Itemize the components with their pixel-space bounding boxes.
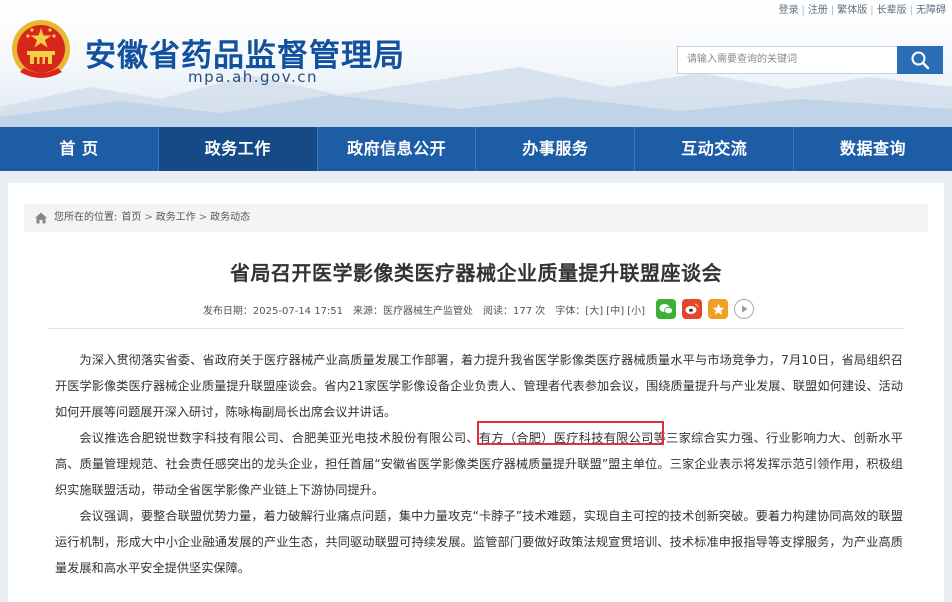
login-link[interactable]: 登录 [779, 5, 799, 16]
breadcrumb-news-link[interactable]: 政务动态 [210, 204, 250, 232]
breadcrumb: 您所在的位置: 首页 > 政务工作 > 政务动态 [24, 204, 928, 232]
register-link[interactable]: 注册 [808, 5, 828, 16]
breadcrumb-prefix: 您所在的位置: [54, 212, 118, 223]
nav-interaction[interactable]: 互动交流 [635, 127, 795, 171]
nav-data-query[interactable]: 数据查询 [794, 127, 952, 171]
home-icon [35, 212, 47, 224]
main-nav: 首 页 政务工作 政府信息公开 办事服务 互动交流 数据查询 [0, 127, 952, 171]
search-icon [911, 51, 930, 70]
view-count: 阅读：177 次 [483, 305, 546, 317]
favorite-icon[interactable] [708, 299, 729, 319]
title-divider [48, 328, 904, 329]
article-title: 省局召开医学影像类医疗器械企业质量提升联盟座谈会 [230, 261, 722, 285]
search-button[interactable] [897, 46, 943, 74]
article-paragraph: 会议推选合肥锐世数字科技有限公司、合肥美亚光电技术股份有限公司、有方（合肥）医疗… [55, 431, 903, 497]
play-icon[interactable] [734, 299, 755, 319]
site-domain: mpa.ah.gov.cn [188, 68, 318, 86]
breadcrumb-home-link[interactable]: 首页 [121, 204, 141, 232]
article-meta: 发布日期：2025-07-14 17:51 来源：医疗器械生产监管处 阅读：17… [8, 297, 944, 321]
nav-home[interactable]: 首 页 [0, 127, 159, 171]
nav-government-work[interactable]: 政务工作 [158, 127, 318, 171]
traditional-chinese-link[interactable]: 繁体版 [837, 5, 867, 16]
font-size-control[interactable]: 字体：[大] [中] [小] [555, 302, 645, 317]
accessibility-link[interactable]: 无障碍 [916, 5, 946, 16]
national-emblem-icon [12, 20, 70, 78]
article-source: 来源：医疗器械生产监管处 [353, 305, 474, 317]
article-paragraph: 为深入贯彻落实省委、省政府关于医疗器械产业高质量发展工作部署，着力提升我省医学影… [55, 353, 903, 419]
nav-information-disclosure[interactable]: 政府信息公开 [318, 127, 477, 171]
breadcrumb-separator: > [198, 212, 208, 223]
nav-services[interactable]: 办事服务 [476, 127, 636, 171]
article-body: 为深入贯彻落实省委、省政府关于医疗器械产业高质量发展工作部署，着力提升我省医学影… [55, 347, 903, 581]
breadcrumb-separator: > [144, 212, 153, 223]
breadcrumb-government-work-link[interactable]: 政务工作 [156, 204, 196, 232]
elderly-mode-link[interactable]: 长辈版 [877, 5, 907, 16]
top-links: 登录 | 注册 | 繁体版 | 长辈版 | 无障碍 [778, 5, 947, 16]
article-card: 您所在的位置: 首页 > 政务工作 > 政务动态 省局召开医学影像类医疗器械企业… [8, 183, 944, 602]
site-header: 登录 | 注册 | 繁体版 | 长辈版 | 无障碍 安徽省药品监督管理局 mpa.ah.gov.… [0, 0, 952, 127]
wechat-icon[interactable] [656, 299, 677, 319]
publish-date: 发布日期：2025-07-14 17:51 [202, 305, 344, 317]
article-paragraph: 会议强调，要整合联盟优势力量，着力破解行业痛点问题，集中力量攻克“卡脖子”技术难… [55, 509, 903, 575]
search-input[interactable]: 请输入需要查询的关键词 [677, 46, 897, 74]
weibo-icon[interactable] [682, 299, 703, 319]
